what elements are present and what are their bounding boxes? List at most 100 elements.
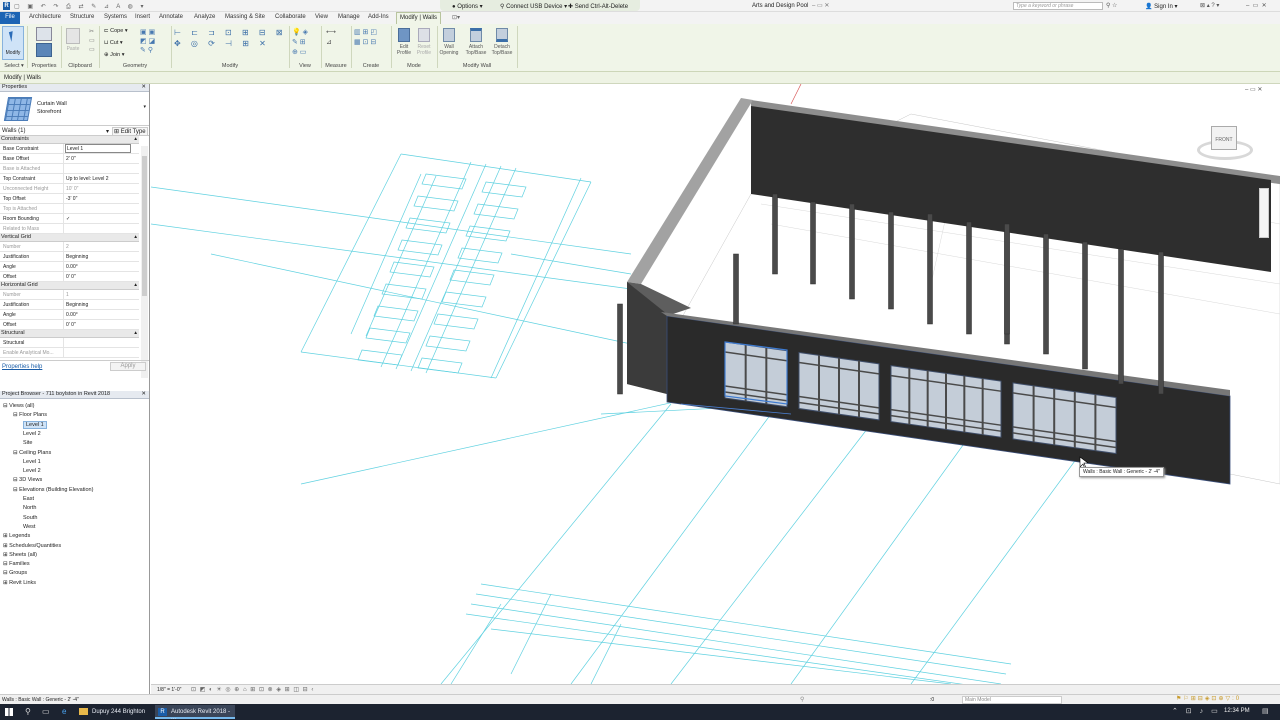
tab-annotate[interactable]: Annotate	[159, 14, 183, 20]
search-icon[interactable]: ⚲	[25, 707, 31, 716]
exchange-icon[interactable]: ⊠ ▴ ? ▾	[1200, 2, 1219, 9]
tab-architecture[interactable]: Architecture	[29, 14, 61, 20]
property-row[interactable]: Structural	[0, 338, 139, 348]
tree-item[interactable]: Level 2	[23, 468, 41, 474]
geometry-tools-icon[interactable]: ▣▣ ◩◪ ✎⚲	[140, 28, 164, 56]
send-ctrl-alt-delete-button[interactable]: ✚ Send Ctrl-Alt-Delete	[568, 3, 628, 10]
property-value[interactable]: Up to level: Level 2	[66, 176, 109, 182]
property-value[interactable]: Beginning	[66, 302, 88, 308]
property-row[interactable]: Related to Mass	[0, 224, 139, 234]
property-row[interactable]: Angle 0.00°	[0, 310, 139, 320]
selection-filter-icons[interactable]: ⚑⚐⊞⊟◈⊡⊕▽:0	[1176, 695, 1241, 702]
tree-item[interactable]: ⊞ Schedules/Quantities	[3, 543, 61, 549]
detach-top-base-button[interactable]: Detach Top/Base	[488, 44, 516, 56]
tab-manage[interactable]: Manage	[338, 14, 360, 20]
tree-item[interactable]: Level 1	[23, 420, 47, 429]
property-section[interactable]: Structural ▴	[0, 330, 139, 338]
edge-icon[interactable]: e	[62, 707, 66, 716]
property-row[interactable]: Base Offset 2' 0"	[0, 154, 139, 164]
collapse-icon[interactable]: ▴	[134, 330, 137, 336]
instance-filter-chevron-icon[interactable]: ▾	[106, 128, 109, 135]
connect-usb-button[interactable]: ⚲ Connect USB Device ▾	[500, 3, 567, 10]
property-value[interactable]: ✓	[66, 216, 70, 222]
property-row[interactable]: Offset 0' 0"	[0, 272, 139, 282]
search-input[interactable]: Type a keyword or phrase	[1013, 2, 1103, 10]
tree-item[interactable]: East	[23, 496, 34, 502]
property-value[interactable]: 1	[66, 292, 69, 298]
properties-icon[interactable]	[36, 43, 52, 57]
view-control-icons[interactable]: ⊡ ◩ ◐ ☀ ◎ ⊕ ⌂ ⊞ ⊡ ⊗ ◈ ⊞ ◫ ⊟ ‹	[191, 686, 314, 693]
tab-analyze[interactable]: Analyze	[194, 14, 215, 20]
modify-tools-icon[interactable]: ⊢ ⊏ ⊐ ⊡ ⊞ ⊟ ⊠ ✥ ◎ ⟳ ⊣ ⊞ ✕	[174, 27, 289, 61]
edit-type-button[interactable]: ⊞ Edit Type	[112, 127, 148, 136]
tab-systems[interactable]: Systems	[104, 14, 127, 20]
wall-opening-icon[interactable]	[443, 28, 455, 42]
cut-button[interactable]: ⊔ Cut ▾	[104, 40, 123, 46]
edit-profile-icon[interactable]	[398, 28, 410, 42]
apply-button[interactable]: Apply	[110, 362, 146, 371]
attach-top-base-button[interactable]: Attach Top/Base	[462, 44, 490, 56]
system-tray-icons[interactable]: ⌃ ⊡ ♪ ▭	[1172, 707, 1221, 715]
notifications-icon[interactable]: ▤	[1262, 707, 1269, 715]
property-row[interactable]: Number 1	[0, 290, 139, 300]
navigation-bar[interactable]	[1259, 188, 1269, 238]
tab-view[interactable]: View	[315, 14, 328, 20]
property-value[interactable]: 0' 0"	[66, 274, 76, 280]
taskbar-item-revit[interactable]: R Autodesk Revit 2018 - ...	[155, 705, 235, 721]
type-properties-icon[interactable]	[36, 27, 52, 41]
viewcube[interactable]: FRONT	[1197, 126, 1253, 162]
property-row[interactable]: Base Constraint Level 1	[0, 144, 139, 154]
property-section[interactable]: Vertical Grid ▴	[0, 234, 139, 242]
tree-item[interactable]: ⊟ Ceiling Plans	[13, 450, 51, 456]
search-icon[interactable]: ⚲ ☆	[1106, 2, 1117, 9]
collapse-icon[interactable]: ▴	[134, 136, 137, 142]
measure-icon[interactable]: ⟷ ⊿	[326, 28, 346, 56]
task-view-icon[interactable]: ▭	[42, 707, 50, 716]
app-window-controls[interactable]: – ▭ ✕	[1246, 2, 1267, 9]
options-menu[interactable]: ● Options ▾	[452, 3, 483, 10]
tree-item[interactable]: ⊟ Floor Plans	[13, 412, 47, 418]
tree-item[interactable]: North	[23, 505, 36, 511]
tab-collaborate[interactable]: Collaborate	[275, 14, 306, 20]
view-scale[interactable]: 1/8" = 1'-0"	[157, 687, 181, 693]
tree-item[interactable]: ⊟ 3D Views	[13, 477, 42, 483]
tab-file[interactable]: File	[0, 12, 20, 24]
type-selector[interactable]: Curtain Wall Storefront ▾	[0, 92, 149, 126]
collapse-icon[interactable]: ▴	[134, 282, 137, 288]
tab-structure[interactable]: Structure	[70, 14, 94, 20]
viewcube-box[interactable]: FRONT	[1211, 126, 1237, 150]
tab-insert[interactable]: Insert	[135, 14, 150, 20]
tab-massing-site[interactable]: Massing & Site	[225, 14, 265, 20]
create-tools-icon[interactable]: ▥ ⊞ ◰ ▦ ⊡ ⊟	[354, 28, 390, 56]
view-tools-icon[interactable]: 💡 ◈ ✎ ⊞ ⊕ ▭	[292, 28, 318, 56]
tree-item[interactable]: ⊟ Groups	[3, 570, 27, 576]
property-row[interactable]: Top Constraint Up to level: Level 2	[0, 174, 139, 184]
cope-button[interactable]: ⊏ Cope ▾	[104, 28, 128, 34]
3d-viewport[interactable]: Walls : Basic Wall : Generic - 2' -4" FR…	[151, 84, 1280, 684]
property-section[interactable]: Horizontal Grid ▴	[0, 282, 139, 290]
collapse-icon[interactable]: ▴	[134, 234, 137, 240]
tree-item[interactable]: West	[23, 524, 35, 530]
property-value[interactable]: -3' 0"	[66, 196, 77, 202]
instance-filter-select[interactable]: Walls (1)	[2, 128, 25, 134]
property-row[interactable]: Justification Beginning	[0, 252, 139, 262]
property-row[interactable]: Base is Attached	[0, 164, 139, 174]
chevron-down-icon[interactable]: ▾	[143, 104, 146, 110]
tree-item[interactable]: ⊞ Revit Links	[3, 580, 36, 586]
close-icon[interactable]: ✕	[141, 84, 146, 90]
properties-help-link[interactable]: Properties help	[2, 364, 42, 370]
property-value[interactable]: 0' 0"	[66, 322, 76, 328]
tab-modify-walls[interactable]: Modify | Walls	[396, 12, 442, 24]
tree-item[interactable]: Level 2	[23, 431, 41, 437]
property-row[interactable]: Angle 0.00°	[0, 262, 139, 272]
model-view-canvas[interactable]	[151, 84, 1280, 684]
group-select[interactable]: Select ▾	[2, 63, 26, 69]
wall-opening-button[interactable]: Wall Opening	[438, 44, 460, 56]
detach-top-base-icon[interactable]	[496, 28, 508, 42]
tree-item[interactable]: Level 1	[23, 459, 41, 465]
reset-profile-icon[interactable]	[418, 28, 430, 42]
tree-item[interactable]: ⊟ Views (all)	[3, 403, 34, 409]
property-value[interactable]: 0.00°	[66, 312, 78, 318]
property-row[interactable]: Room Bounding ✓	[0, 214, 139, 224]
tree-item[interactable]: South	[23, 515, 37, 521]
